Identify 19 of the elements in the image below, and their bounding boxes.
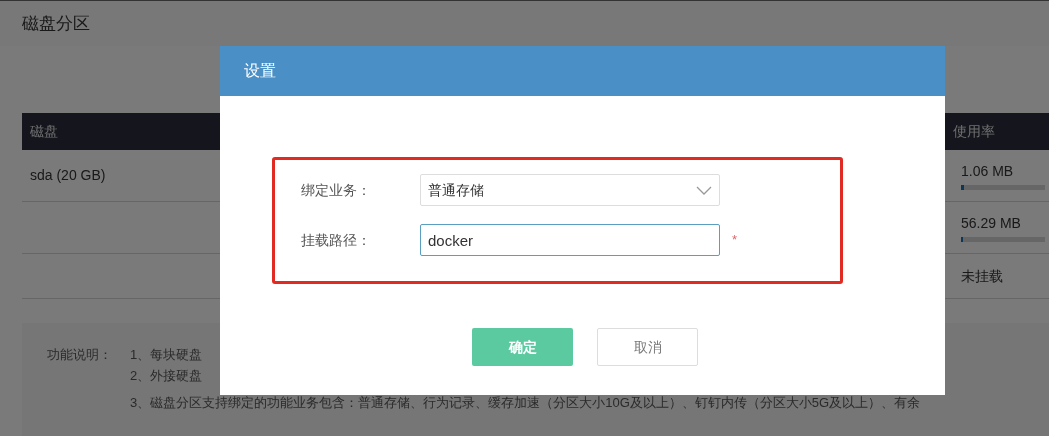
column-header: 磁盘	[30, 122, 58, 141]
table-cell-text: 未挂载	[961, 266, 1003, 286]
input-field[interactable]: docker	[420, 224, 720, 256]
column-header: 使用率	[952, 122, 996, 141]
note-line: 2、外接硬盘	[130, 367, 203, 385]
note-line: 3、磁盘分区支持绑定的功能业务包含：普通存储、行为记录、缓存加速（分区大小10G及以上）、钉钉内传（分区大小5G及以上）、有余	[130, 394, 921, 412]
chevron-down-icon	[696, 185, 712, 195]
select-field[interactable]: 普通存储	[420, 174, 720, 206]
required-mark: *	[732, 231, 738, 250]
note-line: 1、每块硬盘	[130, 346, 203, 364]
table-cell-text: 56.29 MB	[961, 214, 1021, 233]
field-label: 绑定业务：	[301, 180, 372, 200]
notes-label: 功能说明：	[47, 346, 112, 364]
table-cell-text: 1.06 MB	[961, 162, 1014, 181]
page-title: 磁盘分区	[22, 12, 90, 35]
dialog-title: 设置	[244, 61, 276, 81]
cancel-button[interactable]: 取消	[597, 328, 698, 366]
field-label: 挂载路径：	[301, 230, 372, 250]
table-cell-text: sda (20 GB)	[30, 166, 106, 185]
